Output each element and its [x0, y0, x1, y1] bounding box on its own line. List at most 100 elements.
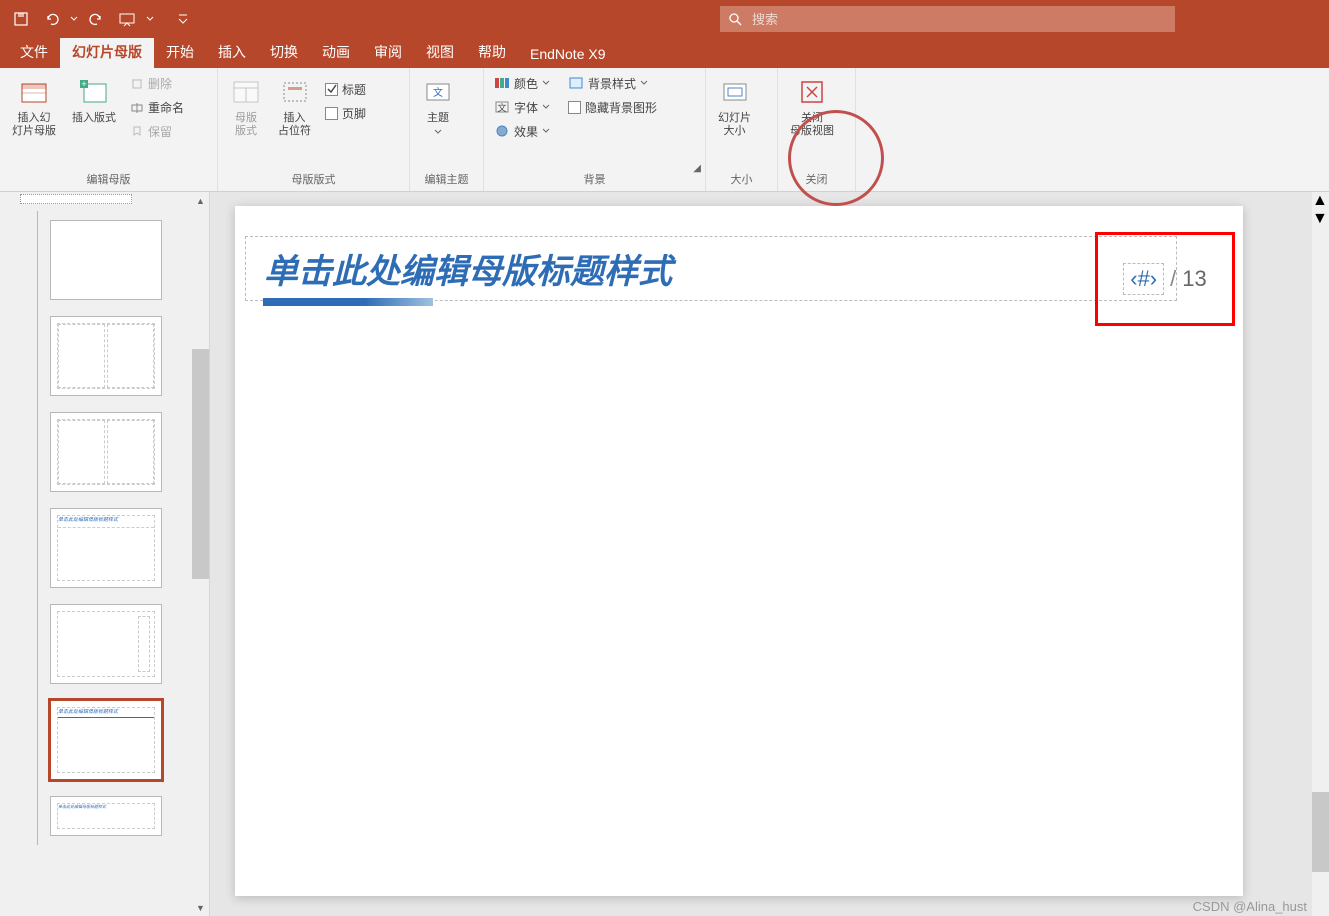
colors-label: 颜色: [514, 75, 538, 92]
group-edit-theme-label: 编辑主题: [416, 169, 477, 189]
search-box[interactable]: [720, 6, 1175, 32]
page-number-placeholder[interactable]: ‹#›: [1123, 263, 1164, 295]
thumbnail-layout[interactable]: 单击此处编辑母版标题样式: [50, 796, 162, 836]
chevron-down-icon: [434, 129, 442, 135]
insert-slide-master-button[interactable]: 插入幻 灯片母版: [6, 72, 62, 142]
tab-animations[interactable]: 动画: [310, 36, 362, 68]
bg-styles-button[interactable]: 背景样式: [564, 72, 661, 94]
work-area: 单击此处编辑母版标题样式 单击此处编辑母版标题样式 单击此处编辑母版标题样式 ▲…: [0, 192, 1329, 916]
tab-insert[interactable]: 插入: [206, 36, 258, 68]
thumbnail-layout-selected[interactable]: 单击此处编辑母版标题样式: [50, 700, 162, 780]
close-master-button[interactable]: 关闭 母版视图: [784, 72, 840, 142]
thumbnail-layout[interactable]: [50, 604, 162, 684]
master-layout-button[interactable]: 母版 版式: [224, 72, 268, 142]
undo-button[interactable]: [38, 6, 64, 32]
fonts-icon: 文: [494, 100, 510, 114]
group-edit-theme: 文 主题 编辑主题: [410, 68, 484, 191]
bg-styles-label: 背景样式: [588, 75, 636, 92]
title-placeholder-text: 单击此处编辑母版标题样式: [264, 244, 672, 293]
footer-checkbox[interactable]: 页脚: [321, 102, 370, 124]
slide-master-icon: [18, 76, 50, 108]
group-edit-master: 插入幻 灯片母版 + 插入版式 删除 重命名 保留 编辑母版: [0, 68, 218, 191]
group-master-layout: 母版 版式 插入 占位符 标题 页脚 母版版式: [218, 68, 410, 191]
thumbnail-layout[interactable]: [50, 316, 162, 396]
thumbnail-layout[interactable]: [50, 220, 162, 300]
effects-label: 效果: [514, 123, 538, 140]
close-master-label: 关闭 母版视图: [790, 112, 834, 138]
footer-checkbox-label: 页脚: [342, 105, 366, 122]
effects-button[interactable]: 效果: [490, 120, 554, 142]
group-background-label: 背景: [490, 169, 699, 189]
fonts-label: 字体: [514, 99, 538, 116]
quick-access-toolbar: [8, 6, 196, 32]
tab-view[interactable]: 视图: [414, 36, 466, 68]
tab-transitions[interactable]: 切换: [258, 36, 310, 68]
scroll-up-arrow[interactable]: ▲: [192, 192, 209, 209]
hide-bg-checkbox[interactable]: 隐藏背景图形: [564, 96, 661, 118]
rename-button[interactable]: 重命名: [126, 96, 188, 118]
qat-customize[interactable]: [170, 6, 196, 32]
insert-layout-label: 插入版式: [72, 112, 116, 125]
redo-button[interactable]: [84, 6, 110, 32]
slide-size-label: 幻灯片 大小: [718, 112, 751, 138]
svg-text:文: 文: [497, 102, 506, 113]
slide-scrollbar[interactable]: ▲ ▼: [1312, 192, 1329, 916]
scrollbar-handle[interactable]: [1312, 792, 1329, 872]
thumbnail-master[interactable]: [20, 194, 132, 204]
scrollbar-handle[interactable]: [192, 349, 209, 579]
chevron-down-icon: [542, 80, 550, 86]
group-size: 幻灯片 大小 大小: [706, 68, 778, 191]
rename-icon: [130, 100, 144, 114]
thumbnail-scrollbar[interactable]: ▲ ▼: [192, 192, 209, 916]
undo-dropdown[interactable]: [68, 6, 80, 32]
delete-icon: [130, 76, 144, 90]
scroll-down-arrow[interactable]: ▼: [1312, 210, 1329, 228]
tab-slide-master[interactable]: 幻灯片母版: [60, 36, 154, 68]
chevron-down-icon: [640, 80, 648, 86]
rename-label: 重命名: [148, 99, 184, 116]
theme-icon: 文: [422, 76, 454, 108]
theme-button[interactable]: 文 主题: [416, 72, 460, 139]
master-layout-icon: [230, 76, 262, 108]
tab-file[interactable]: 文件: [8, 36, 60, 68]
thumbnail-layout[interactable]: 单击此处编辑母版标题样式: [50, 508, 162, 588]
group-close: 关闭 母版视图 关闭: [778, 68, 856, 191]
slide-size-button[interactable]: 幻灯片 大小: [712, 72, 757, 142]
scroll-up-arrow[interactable]: ▲: [1312, 192, 1329, 210]
group-edit-master-label: 编辑母版: [6, 169, 211, 189]
title-checkbox-label: 标题: [342, 81, 366, 98]
thumbnail-layout[interactable]: [50, 412, 162, 492]
title-placeholder[interactable]: 单击此处编辑母版标题样式: [245, 236, 1177, 301]
title-checkbox[interactable]: 标题: [321, 78, 370, 100]
close-icon: [796, 76, 828, 108]
page-number-total: 13: [1182, 266, 1206, 292]
watermark: CSDN @Alina_hust: [1193, 899, 1307, 914]
slide-canvas[interactable]: 单击此处编辑母版标题样式 ‹#› / 13: [235, 206, 1243, 896]
chevron-down-icon: [542, 128, 550, 134]
group-background: 颜色 文字体 效果 背景样式 隐藏背景图形 ◢ 背景: [484, 68, 706, 191]
hide-bg-label: 隐藏背景图形: [585, 99, 657, 116]
insert-placeholder-button[interactable]: 插入 占位符: [272, 72, 317, 142]
colors-button[interactable]: 颜色: [490, 72, 554, 94]
slideshow-dropdown[interactable]: [144, 6, 156, 32]
insert-layout-button[interactable]: + 插入版式: [66, 72, 122, 129]
preserve-button[interactable]: 保留: [126, 120, 188, 142]
title-underline: [263, 298, 433, 306]
tab-review[interactable]: 审阅: [362, 36, 414, 68]
delete-button[interactable]: 删除: [126, 72, 188, 94]
save-button[interactable]: [8, 6, 34, 32]
tab-help[interactable]: 帮助: [466, 36, 518, 68]
slide-editor: 单击此处编辑母版标题样式 ‹#› / 13 ▲ ▼ CSDN @Alina_hu…: [210, 192, 1329, 916]
page-number-separator: /: [1170, 266, 1176, 292]
tab-endnote[interactable]: EndNote X9: [518, 40, 618, 68]
svg-text:+: +: [81, 79, 86, 89]
slideshow-button[interactable]: [114, 6, 140, 32]
tab-home[interactable]: 开始: [154, 36, 206, 68]
group-close-label: 关闭: [784, 169, 849, 189]
fonts-button[interactable]: 文字体: [490, 96, 554, 118]
search-icon: [728, 12, 742, 26]
scroll-down-arrow[interactable]: ▼: [192, 899, 209, 916]
effects-icon: [494, 124, 510, 138]
background-dialog-launcher[interactable]: ◢: [693, 163, 701, 174]
search-input[interactable]: [752, 12, 1167, 27]
